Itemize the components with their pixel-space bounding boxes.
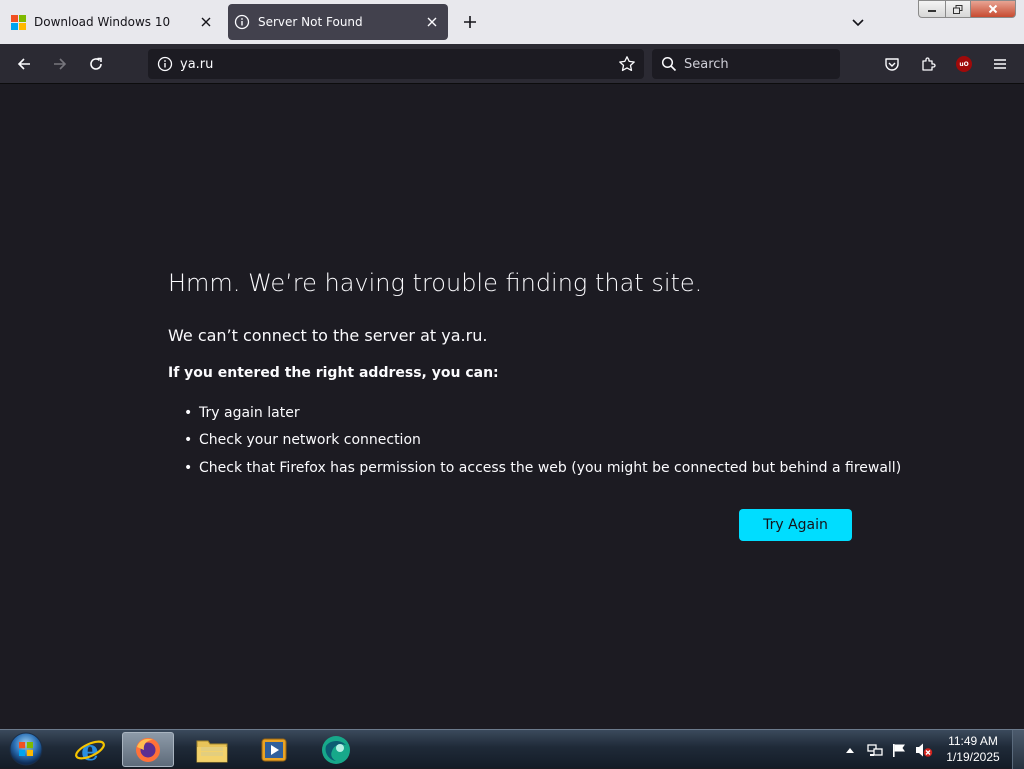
info-icon <box>234 14 250 30</box>
microsoft-logo-icon <box>10 14 26 30</box>
tab-strip: Download Windows 10 Server Not Found <box>0 0 1024 44</box>
puzzle-piece-icon <box>922 57 936 71</box>
url-text[interactable]: ya.ru <box>180 57 612 72</box>
error-suggestions-heading: If you entered the right address, you ca… <box>168 365 499 381</box>
hamburger-menu-icon <box>994 59 1006 69</box>
error-page: Hmm. We’re having trouble finding that s… <box>0 85 1024 729</box>
internet-explorer-icon: e <box>75 734 105 766</box>
list-item: Check that Firefox has permission to acc… <box>184 454 901 482</box>
tab-close-icon[interactable] <box>420 10 444 34</box>
pocket-icon <box>885 58 899 71</box>
folder-icon <box>196 740 228 762</box>
plus-icon <box>464 16 476 28</box>
start-button[interactable] <box>6 731 46 767</box>
clock-date: 1/19/2025 <box>946 750 1000 764</box>
show-desktop-button[interactable] <box>1012 730 1024 769</box>
globe-app-icon <box>322 735 350 764</box>
site-info-icon[interactable] <box>150 56 180 72</box>
taskbar-internet-explorer[interactable]: e <box>64 732 116 767</box>
taskbar-file-explorer[interactable] <box>186 732 238 767</box>
minimize-icon <box>928 10 936 12</box>
media-player-icon <box>261 738 287 761</box>
tab-label: Download Windows 10 <box>34 15 171 29</box>
taskbar-firefox[interactable] <box>122 732 174 767</box>
search-bar[interactable] <box>652 49 840 79</box>
volume-muted-icon[interactable] <box>912 730 936 769</box>
restore-window-button[interactable] <box>945 0 971 18</box>
extensions-button[interactable] <box>914 50 942 78</box>
tab-download-windows-10[interactable]: Download Windows 10 <box>4 4 222 40</box>
chevron-down-icon <box>852 19 864 27</box>
new-tab-button[interactable] <box>456 8 484 36</box>
firefox-icon <box>136 737 160 762</box>
ublock-origin-button[interactable]: uO <box>950 50 978 78</box>
list-item: Check your network connection <box>184 427 901 455</box>
taskbar: e 11:49 AM 1/19/2025 <box>0 729 1024 769</box>
bookmark-star-icon[interactable] <box>612 55 642 73</box>
tab-server-not-found[interactable]: Server Not Found <box>228 4 448 40</box>
error-suggestions-list: Try again later Check your network conne… <box>184 399 901 482</box>
show-hidden-icons-button[interactable] <box>842 730 858 769</box>
list-all-tabs-button[interactable] <box>844 8 872 36</box>
ublock-shield-icon: uO <box>956 56 972 72</box>
windows-orb-icon <box>9 732 43 766</box>
forward-arrow-icon <box>54 58 67 70</box>
action-center-flag-icon[interactable] <box>888 730 910 769</box>
close-icon <box>988 4 998 14</box>
error-description: We can’t connect to the server at ya.ru. <box>168 326 488 345</box>
system-clock[interactable]: 11:49 AM 1/19/2025 <box>940 733 1006 765</box>
restore-icon <box>953 4 963 14</box>
list-item: Try again later <box>184 399 901 427</box>
close-window-button[interactable] <box>970 0 1016 18</box>
pocket-button[interactable] <box>878 50 906 78</box>
app-menu-button[interactable] <box>986 50 1014 78</box>
search-icon <box>654 56 684 72</box>
minimize-window-button[interactable] <box>918 0 946 18</box>
chevron-up-icon <box>846 747 854 753</box>
svg-text:e: e <box>81 734 99 766</box>
error-title: Hmm. We’re having trouble finding that s… <box>168 269 703 297</box>
back-button[interactable] <box>10 50 38 78</box>
back-arrow-icon <box>17 58 30 70</box>
network-tray-icon[interactable] <box>864 730 886 769</box>
search-input[interactable] <box>684 56 834 72</box>
taskbar-app-globe[interactable] <box>310 732 362 767</box>
clock-time: 11:49 AM <box>948 734 998 748</box>
forward-button[interactable] <box>46 50 74 78</box>
try-again-button[interactable]: Try Again <box>739 509 852 541</box>
tab-close-icon[interactable] <box>194 10 218 34</box>
taskbar-media-player[interactable] <box>248 732 300 767</box>
navigation-toolbar: ya.ru uO <box>0 44 1024 84</box>
tab-label: Server Not Found <box>258 15 363 29</box>
url-bar[interactable]: ya.ru <box>148 49 644 79</box>
reload-icon <box>90 57 102 70</box>
reload-button[interactable] <box>82 50 110 78</box>
